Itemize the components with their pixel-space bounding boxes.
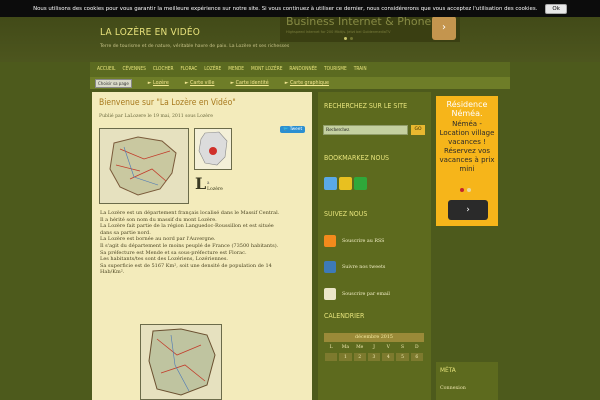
sidebar: RECHERCHEZ SUR LE SITE Recherchez GO BOO… — [318, 92, 431, 400]
nav-item-randonnee[interactable]: RANDONNÉE — [289, 67, 317, 72]
subnav-link-carte-identite-text[interactable]: Carte identité — [236, 81, 269, 86]
post-line: Sa superficie est de 5167 Km², soit une … — [100, 262, 272, 269]
post-dropcap-sup: a — [207, 180, 210, 185]
nav-item-train[interactable]: TRAIN — [354, 67, 367, 72]
calendar-day: 4 — [382, 353, 395, 361]
calendar-heading: CALENDRIER — [324, 312, 365, 320]
post-line: Il s'agit du département le moins peuplé… — [100, 242, 279, 249]
nav-item-accueil[interactable]: ACCUEIL — [97, 67, 115, 72]
email-envelope-icon — [324, 288, 336, 300]
tweet-label: Tweet — [289, 127, 303, 132]
nav-item-lozere[interactable]: LOZÈRE — [204, 67, 221, 72]
follow-email[interactable]: Souscrire par email — [324, 288, 390, 300]
ad-dot[interactable] — [350, 37, 353, 40]
subnav-link-carte-identite[interactable]: ► Carte identité — [230, 81, 268, 86]
side-ad-next-button[interactable]: › — [448, 200, 488, 220]
nav-item-mont-lozere[interactable]: MONT LOZÈRE — [251, 67, 282, 72]
login-link[interactable]: Connexion — [440, 386, 466, 391]
nav-item-cevennes[interactable]: CÉVENNES — [122, 67, 145, 72]
subnav-link-carte-ville-text[interactable]: Carte ville — [190, 81, 214, 86]
follow-heading: SUIVEZ NOUS — [324, 210, 368, 218]
subnav-link-carte-ville[interactable]: ► Carte ville — [185, 81, 215, 86]
calendar-day: 2 — [353, 353, 366, 361]
top-ad-dots — [344, 37, 353, 40]
post-line: Les habitants/tes sont des Lozériens, Lo… — [100, 256, 229, 263]
meta-heading: MÉTA — [440, 366, 456, 374]
subnav-link-lozere[interactable]: ► Lozère — [148, 81, 169, 86]
search-heading: RECHERCHEZ SUR LE SITE — [324, 102, 408, 110]
site-description: Terre de tourisme et de nature, véritabl… — [100, 44, 290, 49]
calendar-weekday: D — [415, 344, 419, 350]
post-body: La Lozère est un département français lo… — [100, 210, 305, 276]
subnav-link-lozere-text[interactable]: Lozère — [153, 81, 169, 86]
top-ad-next-button[interactable]: › — [432, 16, 456, 40]
bookmark-heading: BOOKMARKEZ NOUS — [324, 154, 390, 162]
twitter-bird-icon: 🐦 — [283, 127, 289, 132]
follow-email-label[interactable]: Souscrire par email — [342, 292, 390, 297]
post-line: La Lozère fait partie de la région Langu… — [100, 223, 274, 230]
search-go-button[interactable]: GO — [411, 125, 425, 135]
post-title[interactable]: Bienvenue sur "La Lozère en Vidéo" — [99, 98, 236, 108]
twitter-icon[interactable] — [324, 177, 337, 190]
meta-widget: MÉTA Connexion — [436, 362, 498, 400]
page-picker-bar: Choisir sa page ► Lozère ► Carte ville ►… — [90, 77, 510, 89]
calendar-weekday: L — [329, 344, 333, 350]
post-line: La Lozère est bornée au nord par l'Auver… — [100, 236, 216, 243]
calendar-day: 1 — [339, 353, 352, 361]
follow-tweets-label[interactable]: Suivre nos tweets — [342, 265, 385, 270]
ad-dot-active[interactable] — [460, 188, 464, 192]
calendar-month: décembre 2015 — [324, 333, 424, 342]
cookie-text: Nous utilisons des cookies pour vous gar… — [33, 5, 538, 12]
cookie-ok-button[interactable]: Ok — [545, 3, 567, 14]
lozere-map-image[interactable] — [99, 128, 189, 204]
ad-dot-active[interactable] — [344, 37, 347, 40]
calendar-weekday: Me — [356, 344, 364, 350]
calendar-weekday: Ma — [341, 344, 350, 350]
calendar-day: 5 — [396, 353, 409, 361]
lozere-road-map-image[interactable] — [140, 324, 222, 400]
post-line: La Lozère est un département français lo… — [100, 210, 280, 216]
subnav-link-carte-graphique[interactable]: ► Carte graphique — [285, 81, 329, 86]
page-picker-select[interactable]: Choisir sa page — [95, 78, 132, 88]
calendar-weekday: J — [373, 344, 375, 350]
calendar: décembre 2015 L Ma Me J V S D 1 2 3 4 5 … — [324, 333, 424, 362]
main-content: Bienvenue sur "La Lozère en Vidéo" Publi… — [92, 92, 312, 400]
side-ad-title[interactable]: Résidence Néméa. — [439, 100, 495, 118]
side-ad-body: Néméa - Location village vacances ! Rése… — [439, 120, 495, 173]
cookie-banner: Nous utilisons des cookies pour vous gar… — [0, 0, 600, 17]
main-nav: ACCUEIL CÉVENNES CLOCHER FLORAC LOZÈRE M… — [90, 62, 510, 77]
top-ad-subtitle: Highspeed Internet for 200 Mbit/s. Jetzt… — [286, 30, 391, 34]
add-plus-icon[interactable] — [354, 177, 367, 190]
post-dropcap-word: Lozère — [207, 187, 223, 192]
follow-rss-label[interactable]: Souscrire au RSS — [342, 239, 384, 244]
side-ad-banner[interactable]: Résidence Néméa. Néméa - Location villag… — [436, 96, 498, 226]
calendar-weekday: V — [386, 344, 390, 350]
post-line: Hab/Km². — [100, 269, 125, 276]
nav-item-florac[interactable]: FLORAC — [180, 67, 197, 72]
tweet-button[interactable]: 🐦 Tweet — [280, 126, 306, 133]
calendar-day: 6 — [410, 353, 423, 361]
calendar-weekday: S — [401, 344, 405, 350]
calendar-day — [325, 353, 338, 361]
follow-tweets[interactable]: Suivre nos tweets — [324, 261, 385, 273]
nav-item-tourisme[interactable]: TOURISME — [324, 67, 347, 72]
post-meta: Publié par LaLozere le 19 mai, 2011 sous… — [99, 114, 213, 119]
follow-rss[interactable]: Souscrire au RSS — [324, 235, 384, 247]
bookmark-icons — [324, 177, 367, 190]
subnav-link-carte-graphique-text[interactable]: Carte graphique — [290, 81, 329, 86]
calendar-day: 3 — [367, 353, 381, 361]
star-favorite-icon[interactable] — [339, 177, 352, 190]
search-input[interactable]: Recherchez — [323, 125, 408, 135]
ad-dot[interactable] — [467, 188, 471, 192]
calendar-grid: L Ma Me J V S D 1 2 3 4 5 6 — [324, 342, 424, 362]
france-locator-map-image[interactable] — [194, 128, 232, 170]
nav-item-clocher[interactable]: CLOCHER — [153, 67, 174, 72]
twitter-t-icon — [324, 261, 336, 273]
post-dropcap: L — [195, 174, 207, 193]
rss-icon — [324, 235, 336, 247]
site-title[interactable]: LA LOZÈRE EN VIDÉO — [100, 27, 200, 38]
nav-item-mende[interactable]: MENDE — [228, 67, 244, 72]
side-ad-dots — [460, 188, 471, 192]
